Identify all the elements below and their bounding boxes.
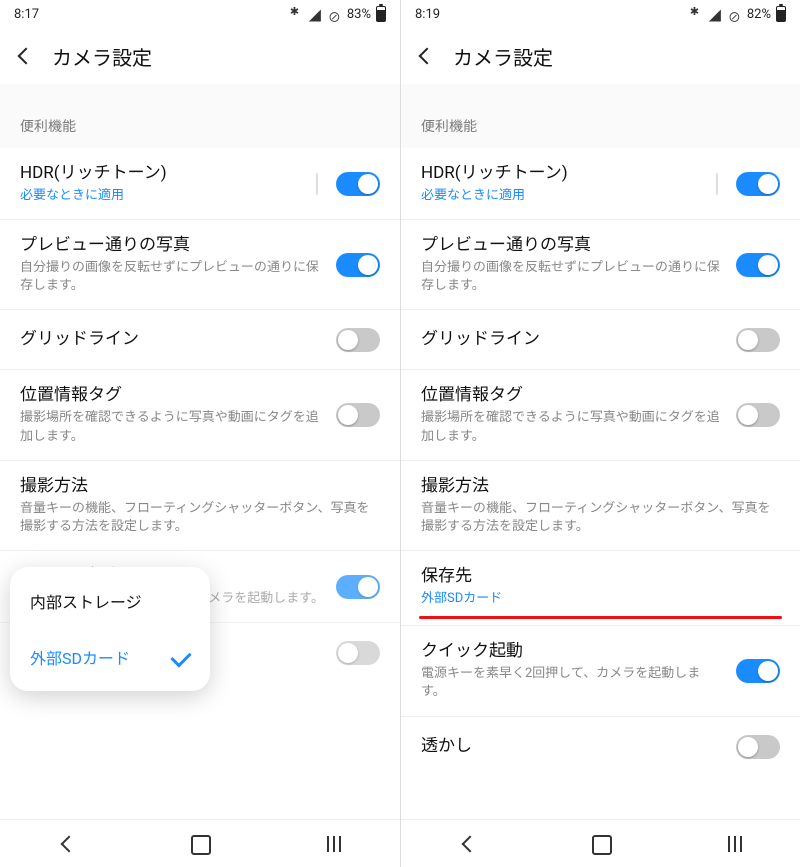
row-title: HDR(リッチトーン) [421,162,700,185]
row-sub: 必要なときに適用 [20,187,300,205]
section-header-convenience: 便利機能 [401,84,800,148]
app-header: カメラ設定 [401,28,800,84]
row-sub: 撮影場所を確認できるように写真や動画にタグを追加します。 [421,409,724,445]
toggle-geotag[interactable] [736,403,780,427]
status-time: 8:17 [14,7,39,22]
page-title: カメラ設定 [52,42,152,71]
row-sub: 自分撮りの画像を反転せずにプレビューの通りに保存します。 [421,259,724,295]
status-bar: 8:19 82% [401,0,800,28]
vibrate-icon [690,7,704,21]
row-hdr[interactable]: HDR(リッチトーン) 必要なときに適用 [0,148,400,220]
row-shooting-method[interactable]: 撮影方法 音量キーの機能、フローティングシャッターボタン、写真を撮影する方法を設… [0,461,400,551]
section-header-convenience: 便利機能 [0,84,400,148]
row-title: クイック起動 [421,640,724,663]
status-icons: 82% [690,6,786,22]
row-watermark[interactable]: 透かし [401,717,800,777]
row-title: グリッドライン [20,328,324,351]
nav-recents-button[interactable] [321,832,345,856]
nav-back-button[interactable] [55,832,79,856]
row-title: グリッドライン [421,328,724,351]
row-title: プレビュー通りの写真 [20,234,324,257]
divider [316,173,318,195]
back-button[interactable] [12,44,36,68]
toggle-geotag[interactable] [336,403,380,427]
screen-right: 8:19 82% カメラ設定 便利機能 HDR(リッチトーン) 必要なときに適用 [400,0,800,867]
toggle-hdr[interactable] [736,172,780,196]
toggle-quick-launch[interactable] [336,575,380,599]
toggle-watermark[interactable] [336,641,380,665]
vibrate-icon [290,7,304,21]
page-title: カメラ設定 [453,42,553,71]
wifi-icon [709,7,723,21]
row-sub: 音量キーの機能、フローティングシャッターボタン、写真を撮影する方法を設定します。 [20,500,380,536]
row-title: 位置情報タグ [20,384,324,407]
row-sub: 電源キーを素早く2回押して、カメラを起動します。 [421,665,724,701]
row-shooting-method[interactable]: 撮影方法 音量キーの機能、フローティングシャッターボタン、写真を撮影する方法を設… [401,461,800,551]
row-geotag[interactable]: 位置情報タグ 撮影場所を確認できるように写真や動画にタグを追加します。 [0,370,400,460]
toggle-gridlines[interactable] [736,328,780,352]
battery-icon [776,6,786,22]
row-geotag[interactable]: 位置情報タグ 撮影場所を確認できるように写真や動画にタグを追加します。 [401,370,800,460]
toggle-preview[interactable] [336,253,380,277]
highlight-underline [419,616,782,619]
settings-list[interactable]: 便利機能 HDR(リッチトーン) 必要なときに適用 プレビュー通りの写真 自分撮… [0,84,400,867]
row-preview[interactable]: プレビュー通りの写真 自分撮りの画像を反転せずにプレビューの通りに保存します。 [0,220,400,310]
wifi-icon [309,7,323,21]
popup-option-label: 外部SDカード [30,645,130,669]
row-sub: 音量キーの機能、フローティングシャッターボタン、写真を撮影する方法を設定します。 [421,500,780,536]
battery-icon [376,6,386,22]
dnd-icon [328,7,342,21]
row-title: 保存先 [421,565,780,588]
battery-percent: 82% [747,7,771,22]
nav-home-button[interactable] [188,832,212,856]
screen-left: 8:17 83% カメラ設定 便利機能 HDR(リッチトーン) 必要なときに適用 [0,0,400,867]
row-quick-launch[interactable]: クイック起動 電源キーを素早く2回押して、カメラを起動します。 [401,625,800,716]
row-gridlines[interactable]: グリッドライン [0,310,400,370]
app-header: カメラ設定 [0,28,400,84]
row-hdr[interactable]: HDR(リッチトーン) 必要なときに適用 [401,148,800,220]
toggle-gridlines[interactable] [336,328,380,352]
popup-option-sdcard[interactable]: 外部SDカード [10,629,210,685]
popup-option-internal[interactable]: 内部ストレージ [10,573,210,629]
settings-list[interactable]: 便利機能 HDR(リッチトーン) 必要なときに適用 プレビュー通りの写真 自分撮… [401,84,800,867]
row-sub: 撮影場所を確認できるように写真や動画にタグを追加します。 [20,409,324,445]
row-storage[interactable]: 保存先 外部SDカード [401,551,800,616]
battery-percent: 83% [347,7,371,22]
check-icon [170,646,191,667]
row-title: 撮影方法 [20,475,380,498]
status-time: 8:19 [415,7,440,22]
status-icons: 83% [290,6,386,22]
row-gridlines[interactable]: グリッドライン [401,310,800,370]
toggle-quick-launch[interactable] [736,659,780,683]
row-title: 位置情報タグ [421,384,724,407]
row-title: 透かし [421,735,724,758]
nav-back-button[interactable] [456,832,480,856]
row-sub: 外部SDカード [421,590,780,608]
storage-popup: 内部ストレージ 外部SDカード [10,567,210,691]
nav-home-button[interactable] [589,832,613,856]
row-sub: 自分撮りの画像を反転せずにプレビューの通りに保存します。 [20,259,324,295]
row-preview[interactable]: プレビュー通りの写真 自分撮りの画像を反転せずにプレビューの通りに保存します。 [401,220,800,310]
nav-bar [0,819,400,867]
status-bar: 8:17 83% [0,0,400,28]
row-title: HDR(リッチトーン) [20,162,300,185]
toggle-preview[interactable] [736,253,780,277]
nav-recents-button[interactable] [722,832,746,856]
row-title: プレビュー通りの写真 [421,234,724,257]
divider [716,173,718,195]
popup-option-label: 内部ストレージ [30,589,142,613]
dnd-icon [728,7,742,21]
row-title: 撮影方法 [421,475,780,498]
toggle-hdr[interactable] [336,172,380,196]
toggle-watermark[interactable] [736,735,780,759]
nav-bar [401,819,800,867]
row-sub: 必要なときに適用 [421,187,700,205]
back-button[interactable] [413,44,437,68]
